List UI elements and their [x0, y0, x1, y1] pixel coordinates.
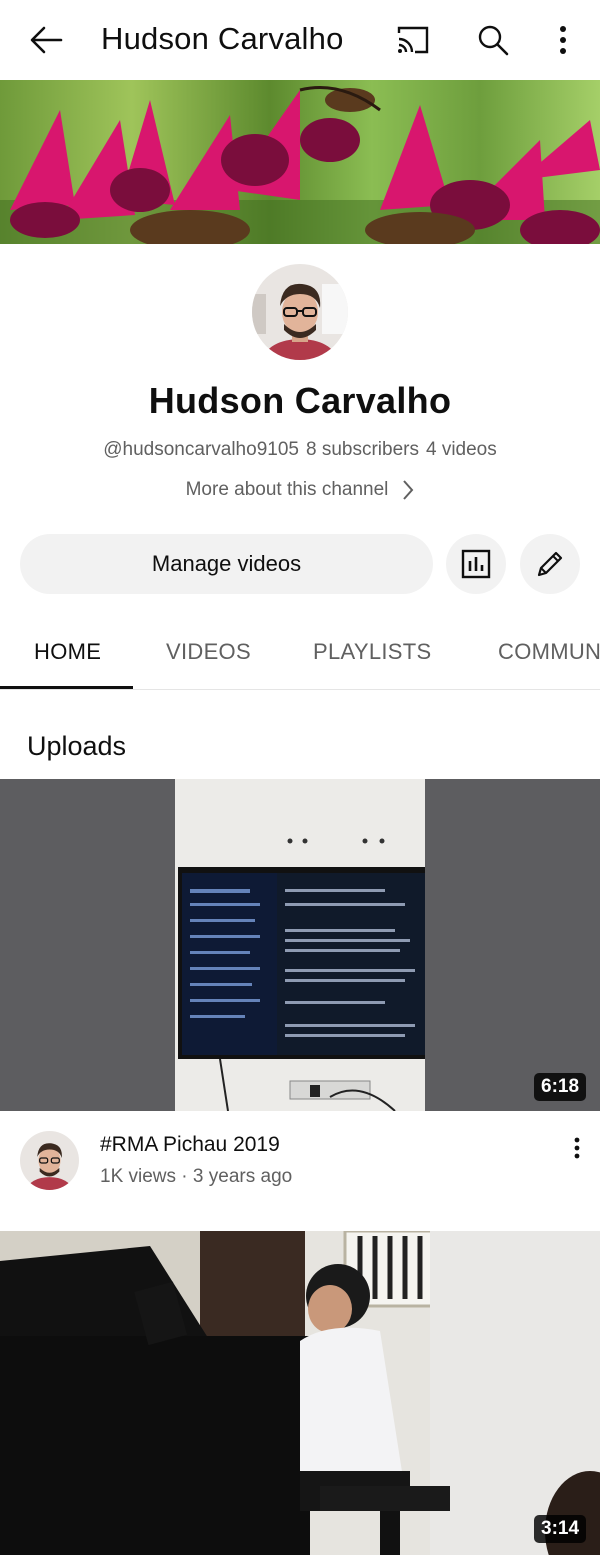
channel-handle: @hudsoncarvalho9105	[103, 439, 299, 460]
tab-videos[interactable]: VIDEOS	[166, 639, 251, 665]
cast-button[interactable]	[390, 18, 436, 62]
more-vert-icon	[560, 26, 566, 54]
video-meta: 1K views · 3 years ago	[100, 1166, 293, 1187]
video-duration: 3:14	[534, 1515, 587, 1543]
tab-home[interactable]: HOME	[34, 639, 101, 665]
video-title[interactable]: #RMA Pichau 2019	[100, 1133, 280, 1157]
video-thumbnail[interactable]: 3:14	[0, 1231, 600, 1555]
uploads-heading: Uploads	[27, 731, 127, 761]
channel-avatar-image	[252, 264, 348, 360]
video-channel-avatar[interactable]	[20, 1131, 79, 1190]
video-channel-avatar-image	[20, 1131, 79, 1190]
video-thumbnail-image	[0, 1231, 600, 1555]
channel-avatar[interactable]	[252, 264, 348, 360]
channel-banner	[0, 80, 600, 244]
more-options-button[interactable]	[542, 18, 584, 62]
manage-videos-button[interactable]: Manage videos	[20, 534, 433, 594]
chevron-right-icon	[402, 479, 414, 501]
video-duration: 6:18	[534, 1073, 587, 1101]
back-arrow-icon	[30, 26, 63, 54]
cast-icon	[397, 26, 429, 54]
tab-community[interactable]: COMMUN	[498, 639, 600, 665]
more-vert-icon	[574, 1137, 580, 1159]
analytics-icon	[461, 549, 491, 579]
search-icon	[478, 25, 509, 56]
video-more-button[interactable]	[562, 1133, 592, 1163]
more-about-channel-link[interactable]: More about this channel	[0, 479, 600, 501]
pencil-icon	[537, 551, 563, 577]
channel-name: Hudson Carvalho	[148, 380, 452, 421]
channel-meta: @hudsoncarvalho9105 8 subscribers 4 videos	[0, 439, 600, 461]
subscriber-count: 8 subscribers	[305, 439, 419, 460]
analytics-button[interactable]	[446, 534, 506, 594]
video-thumbnail[interactable]: 6:18	[0, 779, 600, 1111]
more-about-label: More about this channel	[185, 479, 389, 500]
video-count: 4 videos	[425, 439, 497, 460]
video-thumbnail-image	[0, 779, 600, 1111]
channel-tabs: HOME VIDEOS PLAYLISTS COMMUN	[0, 612, 600, 690]
active-tab-indicator	[0, 686, 133, 689]
banner-flower-image	[0, 86, 600, 244]
back-button[interactable]	[22, 18, 70, 62]
video-info-row[interactable]: #RMA Pichau 2019 1K views · 3 years ago	[0, 1131, 600, 1211]
app-bar-title: Hudson Carvalho	[101, 21, 344, 56]
top-app-bar: Hudson Carvalho	[0, 0, 600, 80]
search-button[interactable]	[470, 18, 516, 62]
edit-channel-button[interactable]	[520, 534, 580, 594]
tab-playlists[interactable]: PLAYLISTS	[313, 639, 431, 665]
